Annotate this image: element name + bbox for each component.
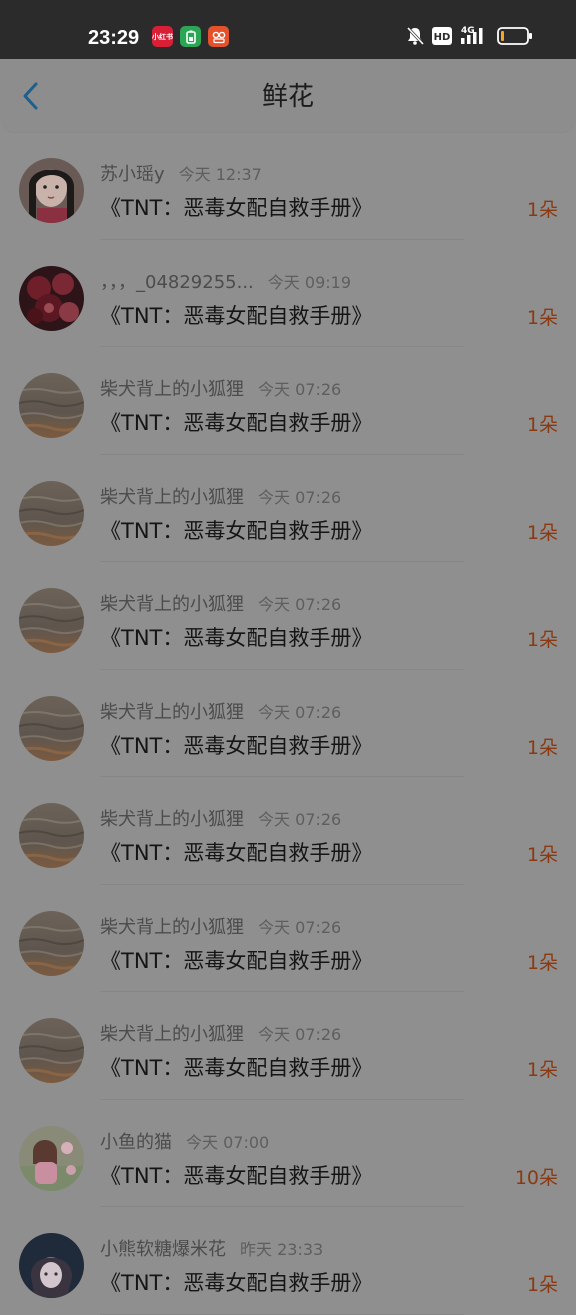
user-name-line: 小鱼的猫 今天 07:00 [100,1132,269,1154]
user-name-line: ，，，_04829255... 今天 09:19 [100,272,351,294]
book-title[interactable]: 《TNT：恶毒女配自救手册》 [100,947,372,975]
timestamp: 今天 07:26 [258,595,342,614]
timestamp: 今天 07:00 [186,1132,270,1152]
status-time: 23:29 [88,27,140,49]
timestamp: 今天 09:19 [267,272,351,292]
flower-count: 1朵 [526,306,558,329]
list-item[interactable]: 柴犬背上的小狐狸 今天 07:26 《TNT：恶毒女配自救手册》 1朵 [0,347,576,455]
list-item[interactable]: 柴犬背上的小狐狸 今天 07:26 《TNT：恶毒女配自救手册》 1朵 [0,455,576,562]
timestamp: 今天 07:26 [258,917,342,937]
list-item[interactable]: 柴犬背上的小狐狸 今天 07:26 《TNT：恶毒女配自救手册》 1朵 [0,562,576,670]
book-title[interactable]: 《TNT：恶毒女配自救手册》 [100,517,372,545]
user-name-line: 柴犬背上的小狐狸 今天 07:26 [100,487,341,509]
flower-count: 1朵 [526,414,558,436]
list-item[interactable]: 苏小瑶y 今天 12:37 《TNT：恶毒女配自救手册》 1朵 [0,132,576,240]
list-item[interactable]: 柴犬背上的小狐狸 今天 07:26 《TNT：恶毒女配自救手册》 1朵 [0,992,576,1100]
avatar[interactable] [19,695,84,761]
user-name-line: 柴犬背上的小狐狸 今天 07:26 [100,379,341,401]
hd-icon: HD [432,27,452,49]
book-title[interactable]: 《TNT：恶毒女配自救手册》 [100,624,372,652]
user-name-line: 柴犬背上的小狐狸 今天 07:26 [100,917,341,939]
book-title[interactable]: 《TNT：恶毒女配自救手册》 [100,194,372,222]
page-title: 鲜花 [261,82,314,112]
avatar[interactable] [19,480,84,546]
flower-count: 1朵 [526,629,558,651]
battery-saver-app-icon [180,26,201,47]
user-name-line: 柴犬背上的小狐狸 今天 07:26 [100,1024,341,1046]
book-title[interactable]: 《TNT：恶毒女配自救手册》 [100,1162,372,1190]
avatar[interactable] [19,265,84,331]
avatar[interactable] [19,910,84,976]
user-name[interactable]: 柴犬背上的小狐狸 [100,594,244,615]
timestamp: 昨天 23:33 [240,1240,324,1259]
timestamp: 今天 07:26 [258,487,342,507]
user-name[interactable]: 柴犬背上的小狐狸 [100,809,244,830]
book-title[interactable]: 《TNT：恶毒女配自救手册》 [100,1054,372,1082]
user-name-line: 柴犬背上的小狐狸 今天 07:26 [100,594,341,616]
list-item[interactable]: ，，，_04829255... 今天 09:19 《TNT：恶毒女配自救手册》 1朵 [0,240,576,347]
user-name[interactable]: ，，，_04829255... [100,272,254,293]
list-item[interactable]: 小熊软糖爆米花 昨天 23:33 《TNT：恶毒女配自救手册》 1朵 [0,1207,576,1315]
flower-count: 1朵 [526,521,558,544]
book-title[interactable]: 《TNT：恶毒女配自救手册》 [100,409,372,437]
flower-count: 1朵 [526,1059,558,1081]
timestamp: 今天 07:26 [258,380,342,399]
signal-4g-icon: 4G [458,24,490,50]
list-item[interactable]: 柴犬背上的小狐狸 今天 07:26 《TNT：恶毒女配自救手册》 1朵 [0,670,576,777]
list-item[interactable]: 柴犬背上的小狐狸 今天 07:26 《TNT：恶毒女配自救手册》 1朵 [0,777,576,885]
book-title[interactable]: 《TNT：恶毒女配自救手册》 [100,732,372,760]
flower-count: 1朵 [526,199,558,221]
xiaohongshu-app-icon: 小红书 [152,26,173,47]
avatar[interactable] [19,1018,84,1083]
flower-count: 1朵 [526,951,558,974]
divider [100,1313,464,1315]
timestamp: 今天 07:26 [258,810,342,829]
flower-count: 1朵 [526,736,558,759]
user-name-line: 柴犬背上的小狐狸 今天 07:26 [100,809,341,831]
avatar[interactable] [19,158,84,223]
book-title[interactable]: 《TNT：恶毒女配自救手册》 [100,839,372,867]
flower-count: 10朵 [514,1166,558,1189]
svg-text:HD: HD [434,32,451,43]
user-name-line: 柴犬背上的小狐狸 今天 07:26 [100,702,341,724]
user-name[interactable]: 小熊软糖爆米花 [100,1239,226,1260]
book-title[interactable]: 《TNT：恶毒女配自救手册》 [100,302,372,330]
avatar[interactable] [19,588,84,653]
avatar[interactable] [19,373,84,438]
user-name[interactable]: 柴犬背上的小狐狸 [100,487,244,508]
top-app-bar: 鲜花 [0,59,576,133]
flower-gift-list: 苏小瑶y 今天 12:37 《TNT：恶毒女配自救手册》 1朵 ，，，_04829255… [0,132,576,1315]
timestamp: 今天 07:26 [258,702,342,722]
avatar[interactable] [19,1125,84,1191]
mute-bell-icon [405,26,425,50]
list-item[interactable]: 小鱼的猫 今天 07:00 《TNT：恶毒女配自救手册》 10朵 [0,1100,576,1207]
network-label: 4G [461,26,475,36]
avatar[interactable] [19,1233,84,1298]
avatar[interactable] [19,803,84,868]
timestamp: 今天 12:37 [178,165,262,184]
list-item[interactable]: 柴犬背上的小狐狸 今天 07:26 《TNT：恶毒女配自救手册》 1朵 [0,885,576,992]
status-bar: 23:29 小红书 HD 4G [0,0,576,59]
user-name[interactable]: 柴犬背上的小狐狸 [100,917,244,938]
book-title[interactable]: 《TNT：恶毒女配自救手册》 [100,1269,372,1297]
user-name-line: 小熊软糖爆米花 昨天 23:33 [100,1239,323,1261]
bilibili-style-app-icon [208,26,229,47]
timestamp: 今天 07:26 [258,1025,342,1044]
user-name[interactable]: 柴犬背上的小狐狸 [100,1024,244,1045]
battery-icon [497,27,533,49]
user-name[interactable]: 柴犬背上的小狐狸 [100,379,244,400]
flower-count: 1朵 [526,844,558,866]
user-name[interactable]: 柴犬背上的小狐狸 [100,702,244,723]
user-name[interactable]: 小鱼的猫 [100,1132,172,1153]
flower-count: 1朵 [526,1274,558,1296]
user-name[interactable]: 苏小瑶y [100,164,165,185]
user-name-line: 苏小瑶y 今天 12:37 [100,164,262,186]
